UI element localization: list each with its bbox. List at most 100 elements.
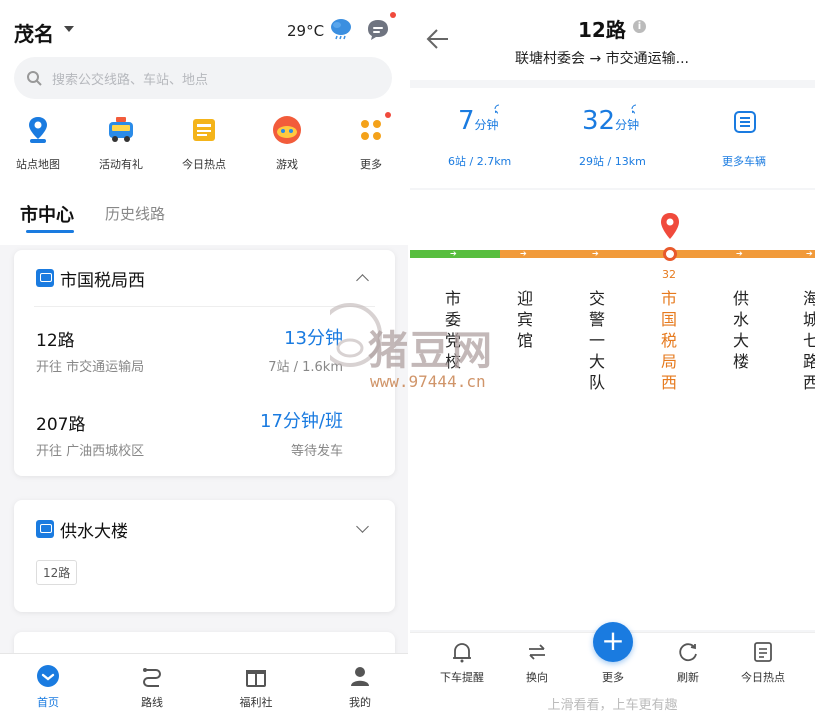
message-icon[interactable] <box>366 18 390 42</box>
today-hot-button[interactable]: 今日热点 <box>733 641 793 685</box>
direction-arrow: ➔ <box>592 249 599 258</box>
nav-label: 福利社 <box>239 696 273 709</box>
nav-profile[interactable]: 我的 <box>330 664 390 710</box>
quick-action-game[interactable]: 游戏 <box>252 114 322 172</box>
route-number: 207路 <box>36 415 86 435</box>
alight-reminder-button[interactable]: 下车提醒 <box>432 641 492 685</box>
route-destination: 开往 市交通运输局 <box>36 360 145 375</box>
gift-icon <box>246 670 266 687</box>
more-dots-icon <box>361 120 381 140</box>
refresh-button[interactable]: 刷新 <box>658 641 718 685</box>
toolbar-label: 更多 <box>602 671 624 684</box>
route-destination: 开往 广油西城校区 <box>36 444 145 459</box>
stop-map-icon <box>29 117 47 143</box>
quick-action-label: 站点地图 <box>16 158 60 171</box>
watermark-text: 猪豆网 <box>368 328 494 374</box>
route-chip[interactable]: 12路 <box>36 560 78 585</box>
tab-indicator <box>26 230 74 233</box>
card-divider <box>34 306 375 307</box>
game-icon <box>273 116 301 144</box>
search-placeholder: 搜索公交线路、车站、地点 <box>52 73 209 88</box>
back-arrow-icon[interactable] <box>426 28 450 50</box>
quick-action-label: 游戏 <box>276 158 298 171</box>
info-icon[interactable]: i <box>633 20 646 33</box>
bottom-nav: 首页 路线 福利社 我的 <box>0 653 408 715</box>
tab-history[interactable]: 历史线路 <box>105 203 165 224</box>
home-icon <box>37 665 59 687</box>
bus-stop-icon <box>36 520 54 538</box>
direction-arrow: ➔ <box>520 249 527 258</box>
nav-label: 我的 <box>349 696 371 709</box>
chevron-up-icon[interactable] <box>356 274 369 287</box>
route-stop[interactable]: 交警一大队 <box>588 288 606 393</box>
weather-icon <box>331 19 351 40</box>
chevron-down-icon[interactable] <box>64 26 74 32</box>
toolbar-label: 换向 <box>526 671 548 684</box>
direction-arrow: ➔ <box>450 249 457 258</box>
news-icon <box>754 642 772 662</box>
vehicle-list-icon[interactable] <box>733 110 757 134</box>
live-signal-icon <box>494 104 500 114</box>
route-icon <box>143 668 161 687</box>
nav-welfare[interactable]: 福利社 <box>226 664 286 710</box>
eta-detail: 6站 / 2.7km <box>448 155 512 168</box>
route-stop[interactable]: 迎宾馆 <box>516 288 534 351</box>
refresh-icon <box>679 643 697 662</box>
stop-tabs: 市中心 历史线路 <box>0 185 408 245</box>
quick-action-label: 更多 <box>360 158 382 171</box>
city-name[interactable]: 茂名 <box>14 18 54 47</box>
quick-action-hot[interactable]: 今日热点 <box>169 114 239 172</box>
swipe-up-hint[interactable]: 上滑看看，上车更有趣 <box>410 694 815 713</box>
home-header: 茂名 29°C 搜索公交线路、车站、地点 <box>0 0 408 115</box>
eta-minutes: 7 <box>458 106 475 136</box>
watermark-url: www.97444.cn <box>370 372 486 391</box>
toolbar-label: 下车提醒 <box>440 671 484 684</box>
toolbar-label: 今日热点 <box>741 671 785 684</box>
toolbar-label: 刷新 <box>677 671 699 684</box>
hot-news-icon <box>193 119 215 141</box>
chevron-down-icon[interactable] <box>356 520 369 533</box>
add-fab-button[interactable]: + <box>593 622 633 662</box>
nav-route[interactable]: 路线 <box>122 664 182 710</box>
more-vehicles-link[interactable]: 更多车辆 <box>722 153 766 169</box>
bus-stop-icon <box>36 269 54 287</box>
more-button[interactable]: 更多 <box>583 663 643 685</box>
nav-label: 首页 <box>37 696 59 709</box>
search-icon <box>27 71 42 86</box>
route-eta: 17分钟/班 <box>260 411 343 432</box>
quick-action-label: 今日热点 <box>182 158 226 171</box>
quick-action-more[interactable]: 更多 <box>336 114 406 172</box>
profile-icon <box>351 667 369 686</box>
eta-panel: 7分钟 6站 / 2.7km 32分钟 29站 / 13km 更多车辆 <box>410 88 815 188</box>
route-stop-current[interactable]: 市国税局西 <box>660 288 678 393</box>
swap-direction-button[interactable]: 换向 <box>507 641 567 685</box>
eta-first-bus: 7分钟 <box>458 106 499 136</box>
notification-dot <box>390 12 396 18</box>
nav-label: 路线 <box>141 696 163 709</box>
stop-name[interactable]: 市国税局西 <box>60 266 145 291</box>
route-direction: 联塘村委会 → 市交通运输... <box>515 51 689 67</box>
home-screen: 茂名 29°C 搜索公交线路、车站、地点 站点地图 活动有礼 今日热点 游戏 更… <box>0 0 408 715</box>
quick-action-stop-map[interactable]: 站点地图 <box>3 114 73 172</box>
current-stop-marker <box>663 247 677 261</box>
quick-action-activity[interactable]: 活动有礼 <box>86 114 156 172</box>
eta-unit: 分钟 <box>615 118 640 132</box>
temperature: 29°C <box>287 22 325 40</box>
quick-actions: 站点地图 活动有礼 今日热点 游戏 更多 <box>0 110 408 185</box>
eta-detail: 29站 / 13km <box>579 155 646 168</box>
route-stop[interactable]: 海城七路西 <box>802 288 815 393</box>
route-number: 12路 <box>36 331 75 351</box>
stop-name[interactable]: 供水大楼 <box>60 517 128 542</box>
location-pin-icon <box>661 213 679 239</box>
route-header: 12路 i 联塘村委会 → 市交通运输... <box>410 0 815 80</box>
eta-unit: 分钟 <box>474 118 499 132</box>
search-bar[interactable]: 搜索公交线路、车站、地点 <box>14 57 392 99</box>
stop-card: 供水大楼 12路 <box>14 500 395 612</box>
route-map: ➔ ➔ ➔ ➔ ➔ 32 市委党校 迎宾馆 交警一大队 市国税局西 供水大楼 海… <box>410 190 815 630</box>
route-stop[interactable]: 供水大楼 <box>732 288 750 372</box>
route-status: 7站 / 1.6km <box>268 360 343 375</box>
gift-bus-icon <box>109 117 133 142</box>
tab-city-center[interactable]: 市中心 <box>20 201 74 227</box>
nav-home[interactable]: 首页 <box>18 664 78 710</box>
route-status: 等待发车 <box>290 444 343 459</box>
